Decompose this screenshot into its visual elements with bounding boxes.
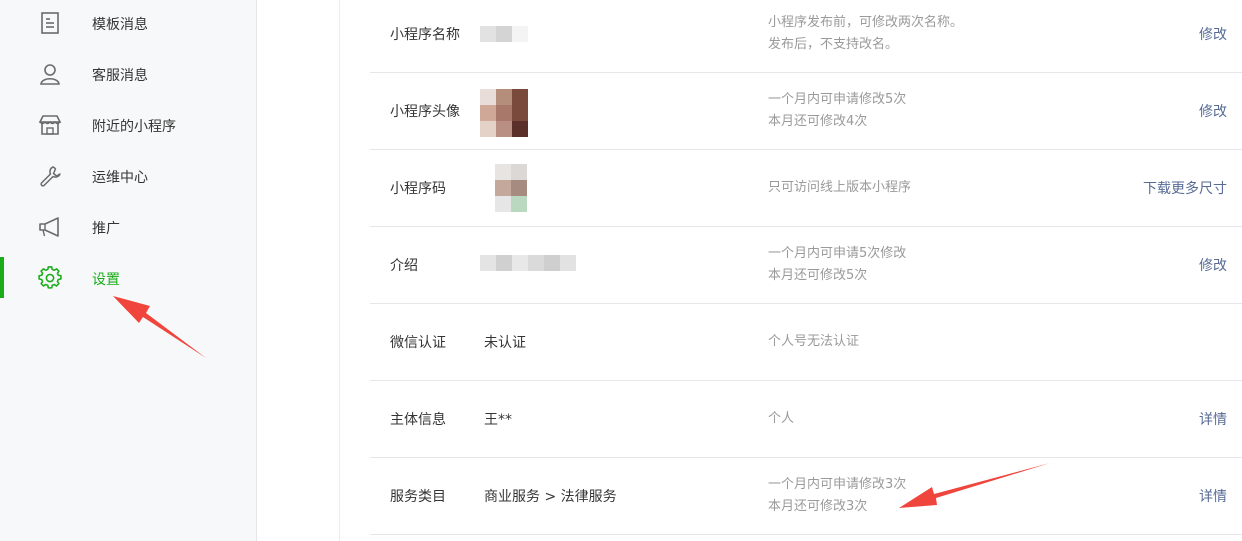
subject-details-link[interactable]: 详情 [1199, 409, 1227, 429]
setting-tip: 小程序发布前，可修改两次名称。 发布后，不支持改名。 [768, 15, 964, 52]
setting-row-subject-info: 主体信息 王** 个人 详情 [370, 381, 1242, 458]
service-category-value: 商业服务 > 法律服务 [484, 489, 617, 505]
wrench-icon [40, 166, 61, 187]
sidebar: 模板消息 客服消息 附近的小程序 运维中心 推广 设置 [0, 0, 257, 541]
sidebar-item-nearby-miniprograms[interactable]: 附近的小程序 [0, 105, 257, 145]
sidebar-item-label: 运维中心 [92, 170, 148, 186]
sidebar-item-label: 客服消息 [92, 68, 148, 84]
document-list-icon [41, 12, 59, 34]
megaphone-icon [39, 217, 59, 237]
setting-row-service-category: 服务类目 商业服务 > 法律服务 一个月内可申请修改3次 本月还可修改3次 详情 [370, 458, 1242, 535]
sidebar-item-settings[interactable]: 设置 [0, 258, 257, 298]
setting-name: 小程序头像 [390, 104, 460, 120]
modify-intro-link[interactable]: 修改 [1199, 255, 1227, 275]
setting-name: 服务类目 [390, 489, 446, 505]
setting-tip: 个人 [768, 411, 795, 426]
setting-tip: 只可访问线上版本小程序 [768, 180, 912, 195]
modify-avatar-link[interactable]: 修改 [1199, 101, 1227, 121]
sidebar-item-label: 推广 [92, 221, 120, 237]
sidebar-item-label: 模板消息 [92, 17, 148, 33]
sidebar-item-customer-messages[interactable]: 客服消息 [0, 54, 257, 94]
setting-name: 介绍 [390, 258, 418, 274]
setting-row-qrcode: 小程序码 只可访问线上版本小程序 下载更多尺寸 [370, 150, 1242, 227]
setting-name: 主体信息 [390, 412, 446, 428]
setting-tip: 个人号无法认证 [768, 334, 860, 349]
user-icon [40, 64, 60, 85]
setting-name: 小程序码 [390, 181, 446, 197]
blurred-name-value [480, 26, 528, 42]
setting-row-name: 小程序名称 小程序发布前，可修改两次名称。 发布后，不支持改名。 修改 [370, 0, 1242, 73]
setting-tip: 一个月内可申请修改5次 本月还可修改4次 [768, 92, 907, 129]
setting-row-avatar: 小程序头像 一个月内可申请修改5次 本月还可修改4次 修改 [370, 73, 1242, 150]
avatar-image [480, 89, 528, 137]
sidebar-item-label: 附近的小程序 [92, 119, 176, 135]
download-more-sizes-link[interactable]: 下载更多尺寸 [1143, 178, 1227, 198]
subject-value: 王** [484, 412, 512, 428]
store-icon [38, 115, 62, 135]
setting-name: 微信认证 [390, 335, 446, 351]
content-gutter [258, 0, 340, 541]
blurred-intro-value [480, 255, 576, 271]
setting-row-intro: 介绍 一个月内可申请5次修改 本月还可修改5次 修改 [370, 227, 1242, 304]
sidebar-item-label: 设置 [92, 272, 120, 288]
modify-name-link[interactable]: 修改 [1199, 24, 1227, 44]
service-category-details-link[interactable]: 详情 [1199, 486, 1227, 506]
setting-tip: 一个月内可申请5次修改 本月还可修改5次 [768, 246, 907, 283]
verification-status: 未认证 [484, 335, 526, 351]
setting-tip: 一个月内可申请修改3次 本月还可修改3次 [768, 477, 907, 514]
sidebar-item-promotion[interactable]: 推广 [0, 207, 257, 247]
settings-panel: 小程序名称 小程序发布前，可修改两次名称。 发布后，不支持改名。 修改 小程序头… [341, 0, 1242, 541]
setting-row-wechat-verification: 微信认证 未认证 个人号无法认证 [370, 304, 1242, 381]
setting-name: 小程序名称 [390, 27, 460, 43]
sidebar-item-operations-center[interactable]: 运维中心 [0, 156, 257, 196]
sidebar-item-template-messages[interactable]: 模板消息 [0, 3, 257, 43]
gear-icon [38, 266, 62, 289]
miniprogram-code-image [495, 164, 527, 212]
